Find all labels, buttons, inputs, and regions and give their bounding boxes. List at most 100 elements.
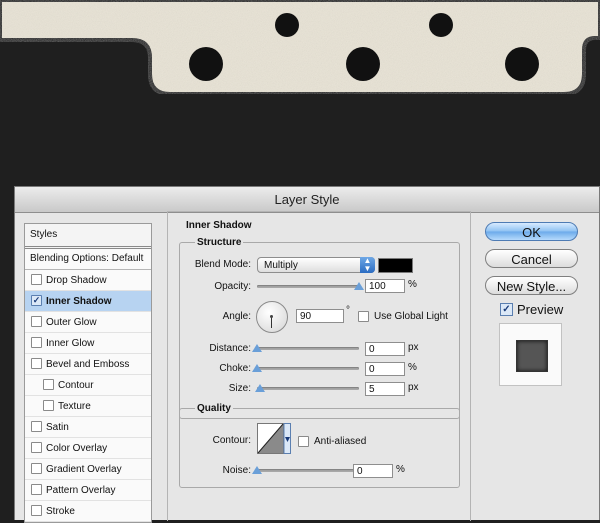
paper-strip — [0, 0, 600, 96]
style-checkbox[interactable] — [31, 337, 42, 348]
angle-label: Angle: — [222, 311, 251, 322]
styles-list-item[interactable]: Color Overlay — [25, 438, 151, 459]
size-slider-track[interactable] — [257, 387, 359, 390]
contour-label: Contour: — [212, 435, 251, 446]
style-label: Drop Shadow — [46, 275, 107, 286]
noise-slider-track[interactable] — [257, 469, 359, 472]
contour-picker[interactable] — [257, 423, 291, 455]
choke-slider-thumb[interactable] — [252, 364, 262, 372]
size-label: Size: — [228, 383, 251, 394]
preview-label: Preview — [517, 302, 564, 317]
use-global-light-checkbox[interactable] — [358, 311, 369, 322]
choke-label: Choke: — [219, 363, 251, 374]
distance-label: Distance: — [209, 343, 251, 354]
panel-title: Inner Shadow — [186, 220, 252, 231]
chevron-updown-icon: ▲ ▼ — [360, 257, 375, 273]
styles-list-item[interactable]: Bevel and Emboss — [25, 354, 151, 375]
styles-list-item[interactable]: ✓ Inner Shadow — [25, 291, 151, 312]
opacity-unit: % — [408, 279, 417, 290]
distance-unit: px — [408, 342, 419, 353]
style-label: Inner Shadow — [46, 296, 112, 307]
style-label: Bevel and Emboss — [46, 359, 130, 370]
styles-list-item[interactable]: Drop Shadow — [25, 270, 151, 291]
inner-shadow-panel: Inner Shadow Structure Blend Mode: Multi… — [167, 211, 471, 521]
angle-input[interactable]: 90 — [296, 309, 344, 323]
punch-hole — [346, 47, 380, 81]
style-checkbox[interactable] — [31, 484, 42, 495]
style-checkbox[interactable]: ✓ — [31, 295, 42, 306]
style-checkbox[interactable] — [31, 358, 42, 369]
preview-checkbox[interactable]: ✓ — [500, 303, 513, 316]
style-label: Pattern Overlay — [46, 485, 116, 496]
blending-options-item[interactable]: Blending Options: Default — [25, 249, 151, 270]
size-unit: px — [408, 382, 419, 393]
style-checkbox[interactable] — [43, 400, 54, 411]
angle-unit: ° — [346, 305, 350, 316]
style-checkbox[interactable] — [31, 505, 42, 516]
blend-mode-select[interactable]: Multiply ▲ ▼ — [257, 257, 375, 273]
blend-mode-label: Blend Mode: — [194, 259, 251, 270]
background-artwork — [0, 0, 600, 96]
new-style-button[interactable]: New Style... — [485, 276, 578, 295]
distance-slider-thumb[interactable] — [252, 344, 262, 352]
noise-input[interactable]: 0 — [353, 464, 393, 478]
anti-aliased-label: Anti-aliased — [314, 436, 367, 447]
use-global-light-label: Use Global Light — [374, 311, 448, 322]
punch-hole — [275, 13, 299, 37]
quality-group-title: Quality — [195, 403, 233, 414]
punch-hole — [189, 47, 223, 81]
opacity-label: Opacity: — [214, 281, 251, 292]
styles-list-item[interactable]: Outer Glow — [25, 312, 151, 333]
style-checkbox[interactable] — [43, 379, 54, 390]
style-checkbox[interactable] — [31, 274, 42, 285]
noise-unit: % — [396, 464, 405, 475]
cancel-button[interactable]: Cancel — [485, 249, 578, 268]
angle-dial-center — [270, 315, 273, 318]
structure-group: Structure Blend Mode: Multiply ▲ ▼ Opacit… — [179, 237, 460, 419]
dialog-title: Layer Style — [15, 187, 599, 213]
styles-list-item[interactable]: Gradient Overlay — [25, 459, 151, 480]
styles-list-item[interactable]: Contour — [25, 375, 151, 396]
punch-hole — [505, 47, 539, 81]
style-checkbox[interactable] — [31, 421, 42, 432]
distance-slider-track[interactable] — [257, 347, 359, 350]
distance-input[interactable]: 0 — [365, 342, 405, 356]
styles-list-header[interactable]: Styles — [25, 224, 151, 249]
angle-dial[interactable] — [256, 301, 288, 333]
styles-list-item[interactable]: Stroke — [25, 501, 151, 522]
style-label: Gradient Overlay — [46, 464, 122, 475]
contour-curve-icon — [257, 423, 291, 454]
opacity-input[interactable]: 100 — [365, 279, 405, 293]
layer-style-dialog: Layer Style Styles Blending Options: Def… — [14, 186, 600, 523]
choke-input[interactable]: 0 — [365, 362, 405, 376]
ok-button[interactable]: OK — [485, 222, 578, 241]
styles-list: Styles Blending Options: Default Drop Sh… — [24, 223, 152, 523]
shadow-color-swatch[interactable] — [378, 258, 413, 273]
style-label: Stroke — [46, 506, 75, 517]
noise-slider-thumb[interactable] — [252, 466, 262, 474]
style-label: Outer Glow — [46, 317, 97, 328]
style-label: Color Overlay — [46, 443, 108, 454]
styles-list-item[interactable]: Pattern Overlay — [25, 480, 151, 501]
style-checkbox[interactable] — [31, 463, 42, 474]
styles-list-item[interactable]: Texture — [25, 396, 151, 417]
blend-mode-value: Multiply — [264, 260, 298, 271]
opacity-slider-track[interactable] — [257, 285, 359, 288]
style-label: Contour — [58, 380, 94, 391]
styles-list-item[interactable]: Inner Glow — [25, 333, 151, 354]
anti-aliased-checkbox[interactable] — [298, 436, 309, 447]
style-label: Satin — [46, 422, 69, 433]
punch-hole — [429, 13, 453, 37]
choke-unit: % — [408, 362, 417, 373]
opacity-slider-thumb[interactable] — [354, 282, 364, 290]
preview-swatch — [516, 340, 548, 372]
quality-group: Quality Contour: Anti-aliased Noise: 0 % — [179, 403, 460, 488]
style-checkbox[interactable] — [31, 316, 42, 327]
size-slider-thumb[interactable] — [255, 384, 266, 392]
styles-list-item[interactable]: Satin — [25, 417, 151, 438]
angle-needle-icon — [271, 317, 272, 328]
style-preview — [499, 323, 562, 386]
size-input[interactable]: 5 — [365, 382, 405, 396]
choke-slider-track[interactable] — [257, 367, 359, 370]
style-checkbox[interactable] — [31, 442, 42, 453]
